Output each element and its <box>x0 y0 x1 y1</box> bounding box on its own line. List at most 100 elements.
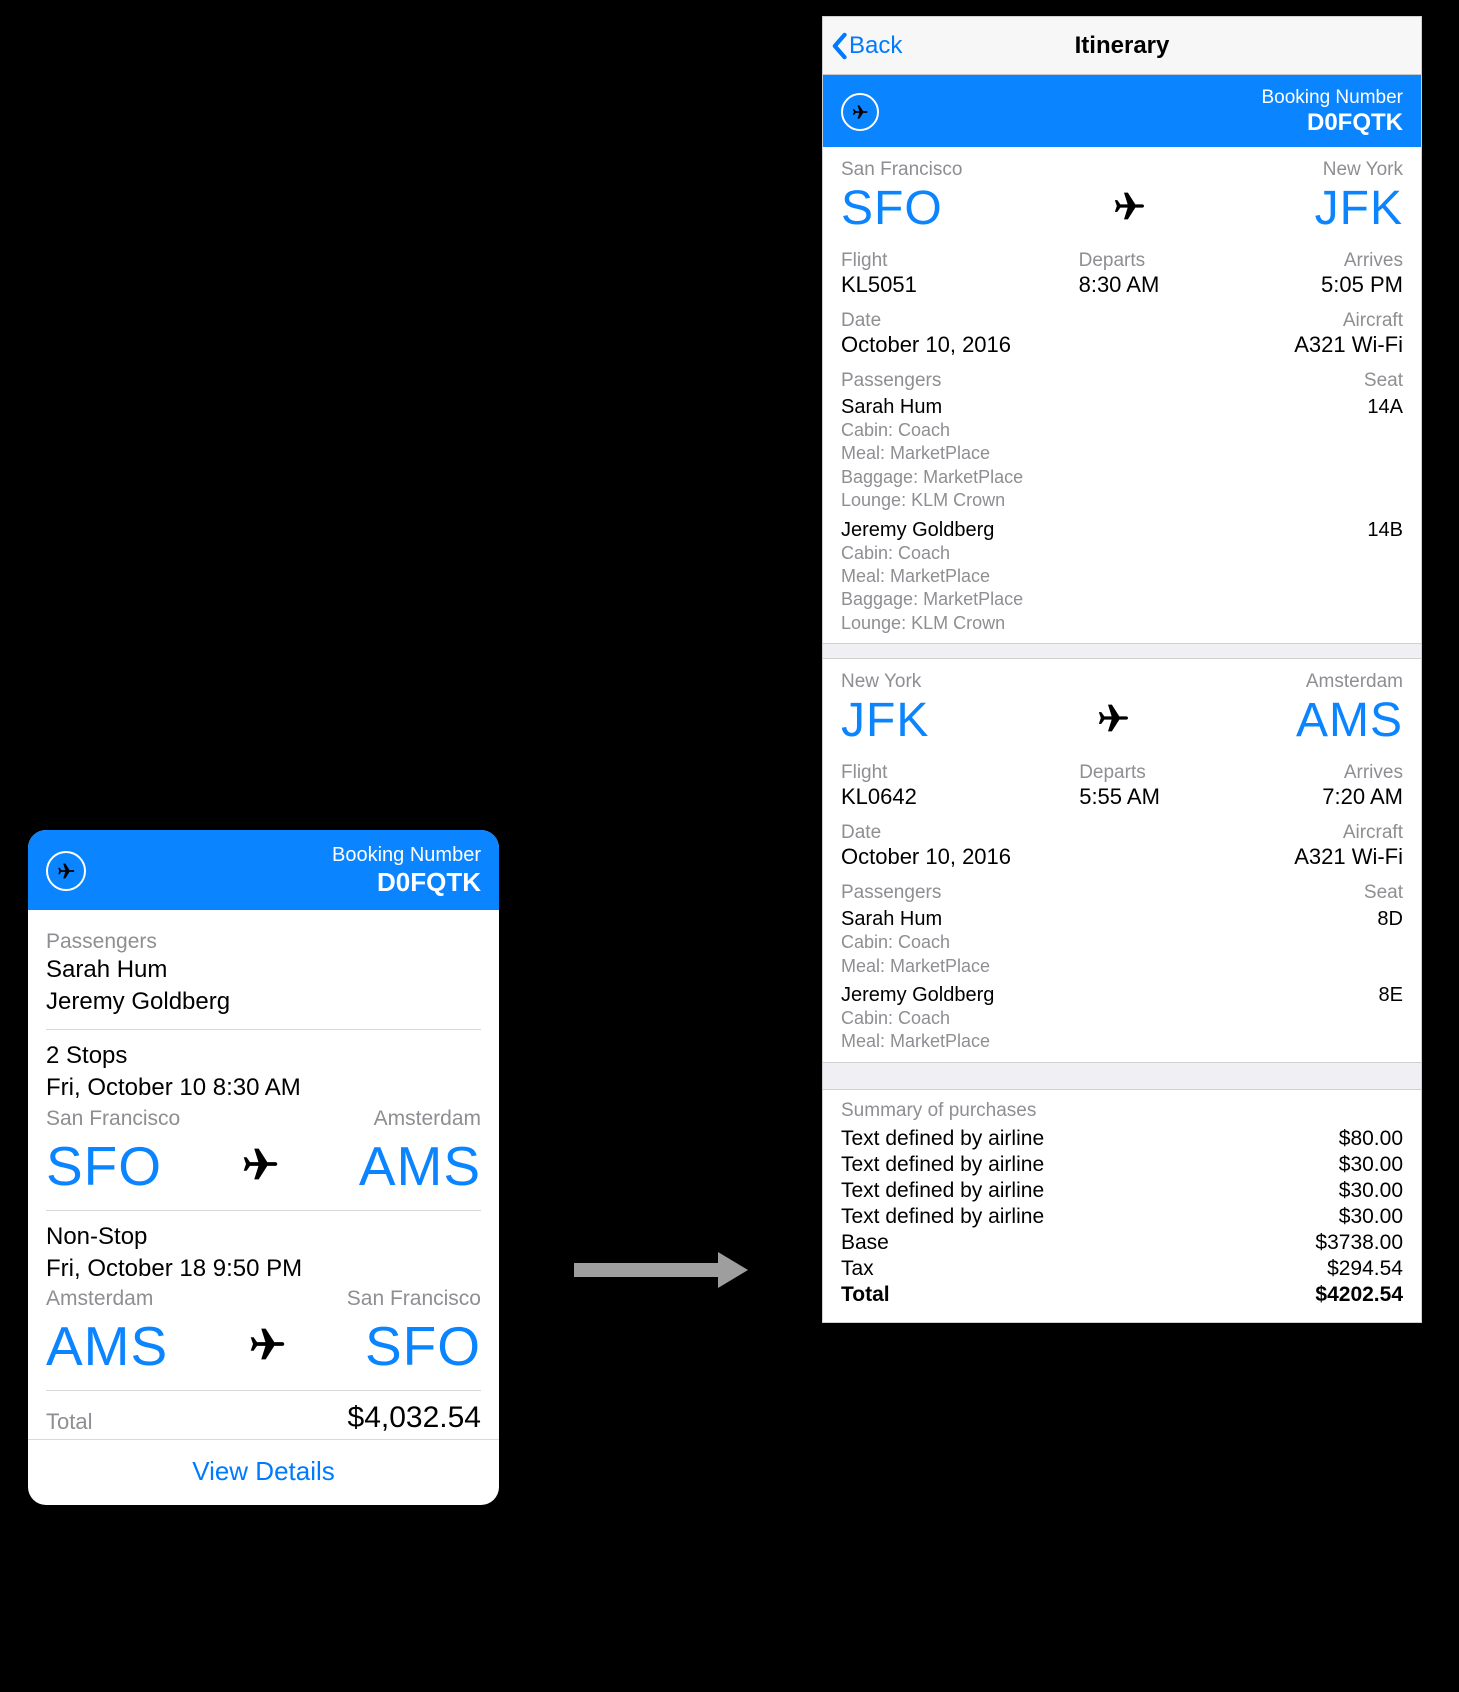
segment-summary: 2 Stops Fri, October 10 8:30 AM San Fran… <box>46 1030 481 1211</box>
passengers-label: Passengers <box>841 370 941 392</box>
flight-value: KL5051 <box>841 272 917 298</box>
passenger-detail: Baggage: MarketPlace <box>841 466 1403 489</box>
segment-stops: Non-Stop <box>46 1221 481 1253</box>
purchase-line: Base$3738.00 <box>841 1230 1403 1256</box>
airplane-icon <box>841 93 879 131</box>
date-label: Date <box>841 822 1011 844</box>
arrives-value: 5:05 PM <box>1321 272 1403 298</box>
view-details-button[interactable]: View Details <box>28 1439 499 1505</box>
date-label: Date <box>841 310 1011 332</box>
booking-number-label: Booking Number <box>332 844 481 867</box>
seat-value: 8E <box>1379 984 1403 1007</box>
card-header: Booking Number D0FQTK <box>28 830 499 910</box>
flight-label: Flight <box>841 250 917 272</box>
airplane-icon <box>244 1321 290 1372</box>
booking-summary-card: Booking Number D0FQTK Passengers Sarah H… <box>28 830 499 1505</box>
to-city: New York <box>1323 159 1403 181</box>
purchase-total: Total$4202.54 <box>841 1282 1403 1308</box>
seat-label: Seat <box>1364 882 1403 904</box>
from-city: San Francisco <box>841 159 962 181</box>
departs-value: 5:55 AM <box>1079 784 1160 810</box>
transition-arrow-icon <box>570 1250 750 1290</box>
to-city: Amsterdam <box>374 1107 481 1131</box>
booking-number-value: D0FQTK <box>332 867 481 898</box>
booking-number-value: D0FQTK <box>1261 109 1403 137</box>
passenger-name: Sarah Hum <box>46 954 481 986</box>
from-city: San Francisco <box>46 1107 180 1131</box>
aircraft-label: Aircraft <box>1294 310 1403 332</box>
from-code: SFO <box>841 181 943 236</box>
passenger-name: Jeremy Goldberg <box>841 984 994 1007</box>
date-value: October 10, 2016 <box>841 332 1011 358</box>
passenger-detail: Meal: MarketPlace <box>841 1030 1403 1053</box>
passenger-detail: Cabin: Coach <box>841 1007 1403 1030</box>
airplane-icon <box>46 851 86 891</box>
passenger-detail: Cabin: Coach <box>841 419 1403 442</box>
passenger-detail: Lounge: KLM Crown <box>841 489 1403 512</box>
flight-segment: New York Amsterdam JFK AMS FlightKL0642 … <box>823 659 1421 1062</box>
section-divider <box>823 643 1421 659</box>
back-button[interactable]: Back <box>823 32 902 60</box>
purchase-line: Text defined by airline$30.00 <box>841 1204 1403 1230</box>
flight-segment: San Francisco New York SFO JFK FlightKL5… <box>823 147 1421 643</box>
aircraft-value: A321 Wi-Fi <box>1294 332 1403 358</box>
passenger-name: Sarah Hum <box>841 396 942 419</box>
back-label: Back <box>849 32 902 60</box>
to-code: AMS <box>359 1139 481 1194</box>
seat-label: Seat <box>1364 370 1403 392</box>
from-city: New York <box>841 671 921 693</box>
passenger-block: Sarah Hum 8D Cabin: Coach Meal: MarketPla… <box>841 908 1403 1054</box>
arrives-label: Arrives <box>1321 250 1403 272</box>
seat-value: 8D <box>1377 908 1403 931</box>
total-row: Total $4,032.54 <box>46 1391 481 1439</box>
from-code: JFK <box>841 693 929 748</box>
departs-label: Departs <box>1079 762 1160 784</box>
purchase-line: Text defined by airline$80.00 <box>841 1126 1403 1152</box>
purchase-line: Text defined by airline$30.00 <box>841 1178 1403 1204</box>
departs-label: Departs <box>1079 250 1160 272</box>
departs-value: 8:30 AM <box>1079 272 1160 298</box>
flight-label: Flight <box>841 762 917 784</box>
aircraft-value: A321 Wi-Fi <box>1294 844 1403 870</box>
date-value: October 10, 2016 <box>841 844 1011 870</box>
segment-summary: Non-Stop Fri, October 18 9:50 PM Amsterd… <box>46 1211 481 1392</box>
arrives-label: Arrives <box>1322 762 1403 784</box>
nav-bar: Back Itinerary <box>823 17 1421 75</box>
purchase-line: Tax$294.54 <box>841 1256 1403 1282</box>
passenger-name: Jeremy Goldberg <box>46 986 481 1018</box>
passenger-name: Sarah Hum <box>841 908 942 931</box>
seat-value: 14A <box>1367 396 1403 419</box>
passenger-detail: Meal: MarketPlace <box>841 442 1403 465</box>
to-city: Amsterdam <box>1306 671 1403 693</box>
itinerary-header: Booking Number D0FQTK <box>823 75 1421 147</box>
itinerary-screen: Back Itinerary Booking Number D0FQTK San… <box>822 16 1422 1323</box>
to-code: SFO <box>365 1319 481 1374</box>
to-code: JFK <box>1315 181 1403 236</box>
passengers-label: Passengers <box>46 930 481 954</box>
flight-value: KL0642 <box>841 784 917 810</box>
arrives-value: 7:20 AM <box>1322 784 1403 810</box>
purchase-line: Text defined by airline$30.00 <box>841 1152 1403 1178</box>
airplane-icon <box>1093 698 1133 744</box>
airplane-icon <box>1109 186 1149 232</box>
aircraft-label: Aircraft <box>1294 822 1403 844</box>
passenger-detail: Baggage: MarketPlace <box>841 588 1403 611</box>
from-city: Amsterdam <box>46 1287 153 1311</box>
total-label: Total <box>46 1409 92 1435</box>
seat-value: 14B <box>1367 519 1403 542</box>
booking-number-label: Booking Number <box>1261 87 1403 109</box>
airplane-icon <box>237 1141 283 1192</box>
passenger-block: Sarah Hum 14A Cabin: Coach Meal: MarketPl… <box>841 396 1403 635</box>
page-title: Itinerary <box>823 32 1421 60</box>
purchases-heading: Summary of purchases <box>841 1100 1403 1126</box>
from-code: SFO <box>46 1139 162 1194</box>
passengers-label: Passengers <box>841 882 941 904</box>
segment-datetime: Fri, October 18 9:50 PM <box>46 1253 481 1285</box>
to-code: AMS <box>1296 693 1403 748</box>
to-city: San Francisco <box>347 1287 481 1311</box>
purchases-summary: Summary of purchases Text defined by air… <box>823 1090 1421 1322</box>
passenger-name: Jeremy Goldberg <box>841 519 994 542</box>
segment-datetime: Fri, October 10 8:30 AM <box>46 1072 481 1104</box>
passenger-detail: Meal: MarketPlace <box>841 955 1403 978</box>
passenger-detail: Lounge: KLM Crown <box>841 612 1403 635</box>
